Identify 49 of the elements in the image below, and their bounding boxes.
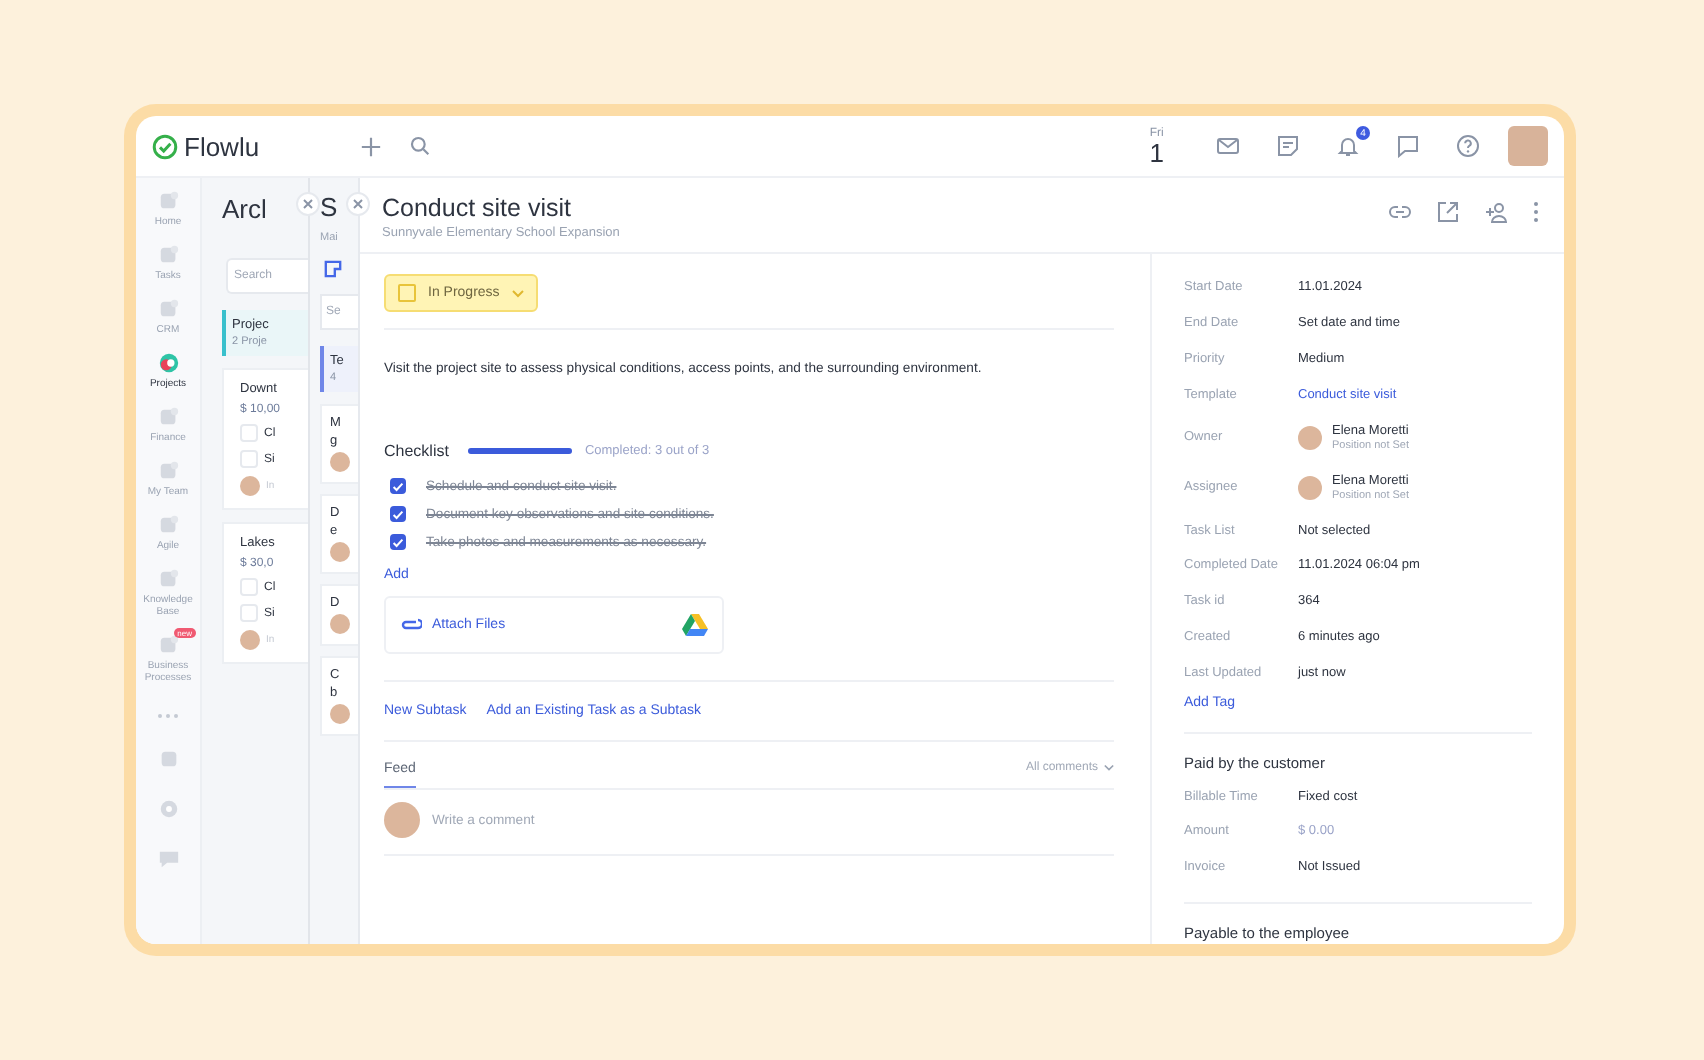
more-vertical-icon[interactable] [1532, 200, 1540, 224]
check-circle-logo-icon [152, 133, 178, 159]
note-icon[interactable] [1276, 134, 1300, 158]
bell-icon[interactable] [1336, 134, 1360, 158]
module-icon [157, 244, 179, 266]
drive-icon[interactable] [682, 614, 708, 636]
avatar [1298, 475, 1322, 500]
module-icon [157, 352, 179, 374]
avatar [330, 614, 350, 634]
avatar [330, 704, 350, 724]
plus-icon[interactable] [360, 135, 382, 157]
avatar [1298, 425, 1322, 450]
close-icon [352, 198, 364, 210]
module-icon [157, 460, 179, 482]
help-icon[interactable] [1456, 134, 1480, 158]
external-link-icon[interactable] [1436, 200, 1460, 224]
module-icon [157, 514, 179, 536]
module-icon [157, 190, 179, 212]
close-icon [302, 198, 314, 210]
task-title: Conduct site visit [382, 194, 573, 222]
avatar [330, 542, 350, 562]
panel-title: S [320, 194, 340, 220]
checklist-title: Checklist [384, 442, 449, 460]
close-button[interactable] [296, 192, 320, 216]
checkbox[interactable] [390, 506, 406, 522]
module-icon [157, 406, 179, 428]
avatar [240, 476, 260, 496]
chevron-down-icon [511, 289, 524, 297]
search-icon[interactable] [410, 136, 430, 156]
close-button[interactable] [346, 192, 370, 216]
mail-icon[interactable] [1216, 134, 1240, 158]
link-icon[interactable] [1388, 200, 1412, 224]
more-dots-icon[interactable] [156, 712, 180, 720]
checkbox[interactable] [390, 478, 406, 494]
panel-title: Arcl [222, 194, 269, 228]
avatar [330, 452, 350, 472]
module-icon [157, 298, 179, 320]
board-icon[interactable] [324, 260, 342, 278]
paperclip-icon [400, 618, 422, 632]
chevron-down-icon [1104, 764, 1114, 772]
module-icon [157, 568, 179, 590]
day-number: 1 [1149, 139, 1164, 165]
checkbox[interactable] [390, 534, 406, 550]
add-user-icon[interactable] [1484, 200, 1508, 224]
logo-text: Flowlu [184, 131, 260, 161]
avatar [384, 802, 420, 838]
module-icon [157, 634, 179, 656]
chat-icon[interactable] [1396, 134, 1420, 158]
avatar [240, 630, 260, 650]
